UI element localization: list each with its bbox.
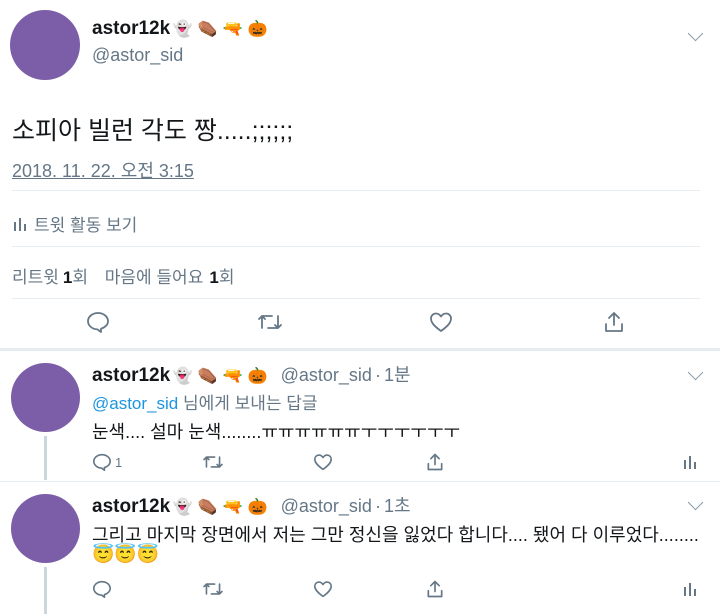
coffin-emoji: ⚰️ bbox=[197, 368, 218, 385]
ghost-emoji: 👻 bbox=[172, 499, 193, 516]
reply-2-emojis: 😇😇😇 bbox=[92, 544, 159, 565]
replying-to-handle[interactable]: @astor_sid bbox=[92, 394, 178, 413]
main-tweet-name-row: astor12k 👻 ⚰️ 🔫 🎃 bbox=[92, 18, 270, 40]
smiling-face-with-halo-emoji: 😇 bbox=[114, 544, 137, 564]
water-pistol-emoji: 🔫 bbox=[222, 368, 243, 385]
reply-2-header: astor12k 👻 ⚰️ 🔫 🎃 @astor_sid · 1초 bbox=[92, 496, 411, 517]
analytics-icon[interactable] bbox=[684, 582, 696, 596]
bar-chart-icon bbox=[14, 217, 26, 231]
share-icon[interactable] bbox=[602, 310, 626, 334]
retweet-stat[interactable]: 리트윗 1회 bbox=[12, 268, 88, 287]
reply-1-display-name[interactable]: astor12k bbox=[92, 365, 170, 386]
retweet-icon[interactable] bbox=[257, 311, 283, 333]
chevron-down-icon[interactable] bbox=[687, 25, 704, 42]
reply-2-time[interactable]: 1초 bbox=[384, 496, 411, 516]
main-tweet-avatar[interactable] bbox=[10, 10, 80, 80]
reply-2-avatar[interactable] bbox=[11, 494, 80, 563]
retweet-icon[interactable] bbox=[202, 580, 224, 598]
main-tweet-text: 소피아 빌런 각도 짱.....;;;;;; bbox=[12, 117, 294, 145]
engagement-stats: 리트윗 1회 마음에 들어요 1회 bbox=[12, 263, 234, 288]
like-heart-icon[interactable] bbox=[313, 453, 333, 471]
like-stat[interactable]: 마음에 들어요 1회 bbox=[105, 268, 235, 287]
main-tweet-handle[interactable]: @astor_sid bbox=[92, 45, 183, 66]
chevron-down-icon[interactable] bbox=[687, 494, 704, 511]
analytics-icon[interactable] bbox=[684, 455, 696, 469]
thread-connector bbox=[44, 436, 47, 480]
reply-1-time[interactable]: 1분 bbox=[384, 365, 411, 385]
share-icon[interactable] bbox=[425, 579, 445, 599]
thread-connector bbox=[44, 567, 47, 614]
chevron-down-icon[interactable] bbox=[687, 364, 704, 381]
coffin-emoji: ⚰️ bbox=[197, 21, 218, 38]
reply-icon[interactable] bbox=[92, 580, 112, 598]
ghost-emoji: 👻 bbox=[172, 368, 193, 385]
tweet-activity-link[interactable]: 트윗 활동 보기 bbox=[14, 211, 137, 236]
reply-icon[interactable] bbox=[86, 311, 110, 333]
reply-2-text: 그리고 마지막 장면에서 저는 그만 정신을 잃었다 합니다.... 됐어 다 … bbox=[92, 525, 699, 545]
reply-icon bbox=[92, 453, 112, 471]
water-pistol-emoji: 🔫 bbox=[222, 21, 243, 38]
reply-1-header: astor12k 👻 ⚰️ 🔫 🎃 @astor_sid · 1분 bbox=[92, 365, 411, 386]
replying-to: @astor_sid 님에게 보내는 답글 bbox=[92, 394, 318, 413]
share-icon[interactable] bbox=[425, 452, 445, 472]
reply-1-reply-button[interactable]: 1 bbox=[92, 453, 122, 471]
reply-1-avatar[interactable] bbox=[11, 363, 80, 432]
ghost-emoji: 👻 bbox=[172, 21, 193, 38]
smiling-face-with-halo-emoji: 😇 bbox=[92, 544, 115, 564]
tweet-activity-label: 트윗 활동 보기 bbox=[34, 216, 138, 235]
coffin-emoji: ⚰️ bbox=[197, 499, 218, 516]
reply-2-handle[interactable]: @astor_sid bbox=[281, 496, 372, 516]
main-tweet-display-name[interactable]: astor12k bbox=[92, 18, 170, 39]
retweet-icon[interactable] bbox=[202, 453, 224, 471]
reply-1-text: 눈색.... 설마 눈색........ㅠㅠㅠㅠㅠㅠㅜㅜㅜㅜㅜㅜ bbox=[92, 422, 461, 442]
jack-o-lantern-emoji: 🎃 bbox=[247, 21, 268, 38]
jack-o-lantern-emoji: 🎃 bbox=[247, 368, 268, 385]
jack-o-lantern-emoji: 🎃 bbox=[247, 499, 268, 516]
reply-1-handle[interactable]: @astor_sid bbox=[281, 365, 372, 385]
like-heart-icon[interactable] bbox=[429, 311, 453, 333]
like-heart-icon[interactable] bbox=[313, 580, 333, 598]
reply-count: 1 bbox=[115, 454, 123, 470]
water-pistol-emoji: 🔫 bbox=[222, 499, 243, 516]
main-tweet-timestamp[interactable]: 2018. 11. 22. 오전 3:15 bbox=[12, 157, 194, 183]
smiling-face-with-halo-emoji: 😇 bbox=[136, 544, 160, 564]
reply-2-display-name[interactable]: astor12k bbox=[92, 496, 170, 517]
